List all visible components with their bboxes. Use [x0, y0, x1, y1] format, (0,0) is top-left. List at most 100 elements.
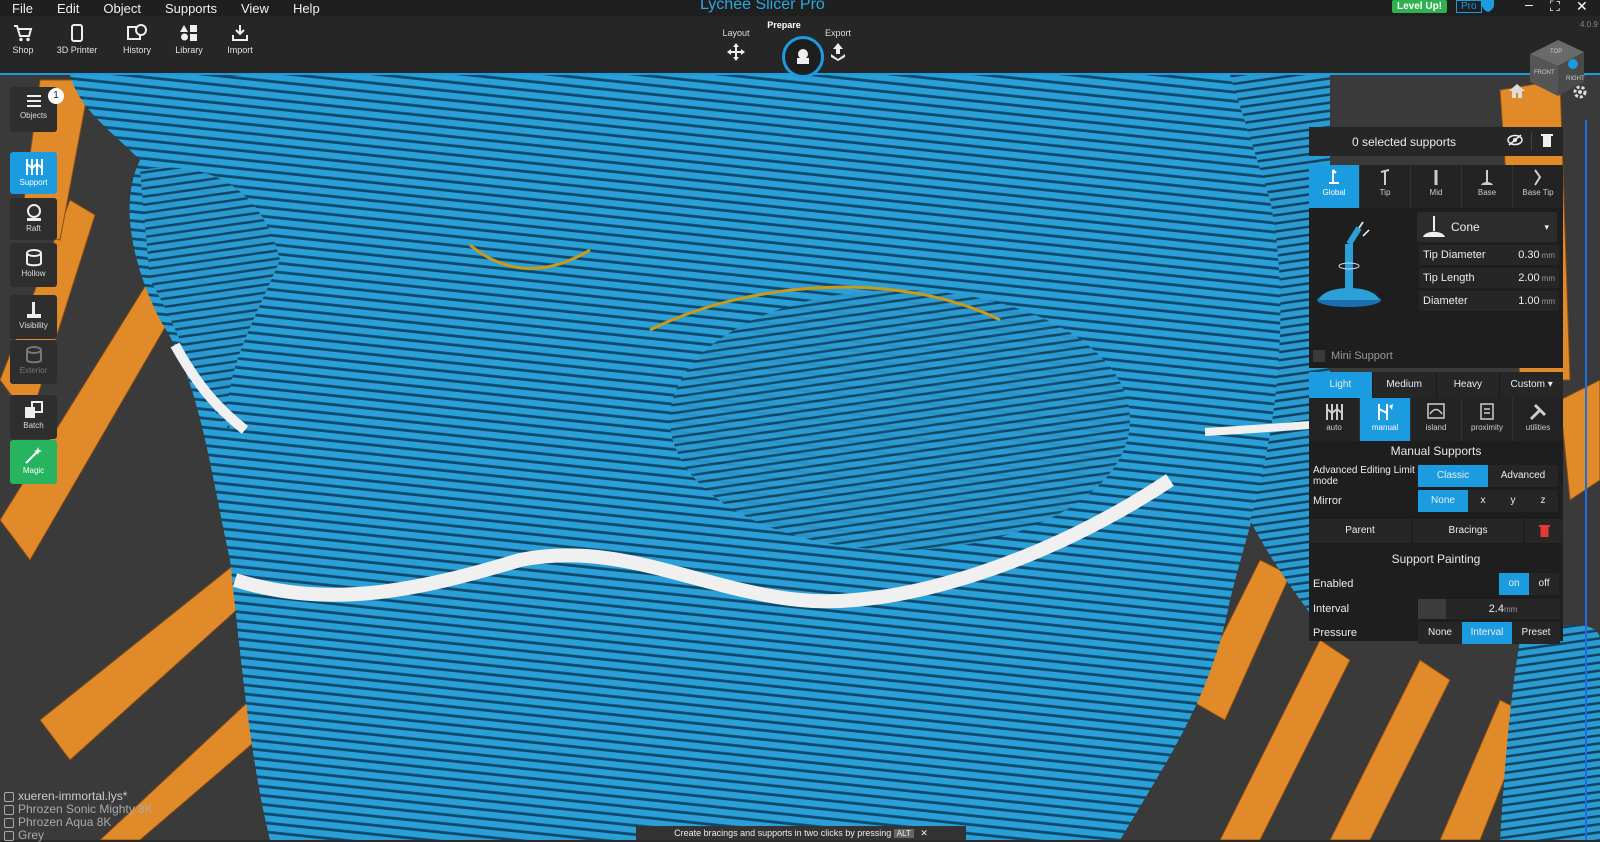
tip-icon — [1380, 169, 1390, 185]
batch-label: Batch — [23, 421, 44, 430]
proximity-icon — [1480, 403, 1494, 420]
enabled-row: Enabled on off — [1313, 573, 1559, 595]
enabled-off[interactable]: off — [1529, 573, 1559, 595]
import-button[interactable]: Import — [218, 24, 262, 55]
mirror-y[interactable]: y — [1498, 490, 1528, 512]
menu-help[interactable]: Help — [281, 1, 332, 16]
raft-label: Raft — [26, 224, 41, 233]
tab-island[interactable]: island — [1411, 398, 1462, 441]
settings-gear-icon[interactable] — [1572, 84, 1588, 105]
library-icon — [180, 25, 197, 41]
enabled-on[interactable]: on — [1499, 573, 1529, 595]
interval-slider[interactable]: 2.4mm — [1418, 599, 1560, 619]
3d-printer-button[interactable]: 3D Printer — [56, 24, 98, 55]
density-light[interactable]: Light — [1309, 372, 1373, 398]
mirror-x[interactable]: x — [1468, 490, 1498, 512]
raft-button[interactable]: Raft — [10, 198, 57, 240]
tab-auto[interactable]: auto — [1309, 398, 1360, 441]
batch-button[interactable]: Batch — [10, 395, 57, 439]
maximize-icon[interactable]: ⛶ — [1550, 0, 1560, 15]
pressure-interval[interactable]: Interval — [1462, 622, 1512, 644]
tab-mid[interactable]: Mid — [1411, 165, 1462, 208]
density-medium[interactable]: Medium — [1372, 372, 1437, 398]
pressure-preset[interactable]: Preset — [1512, 622, 1560, 644]
param-unit: mm — [1541, 250, 1555, 260]
mode-layout[interactable]: Layout — [716, 28, 756, 62]
history-button[interactable]: History — [115, 24, 159, 55]
tab-auto-label: auto — [1326, 423, 1342, 432]
interval-value: 2.4mm — [1446, 603, 1560, 615]
visibility-button[interactable]: Visibility — [10, 295, 57, 339]
support-painting-title: Support Painting — [1391, 552, 1481, 566]
mirror-z[interactable]: z — [1528, 490, 1558, 512]
visibility-label: Visibility — [19, 321, 48, 330]
hollow-button[interactable]: Hollow — [10, 243, 57, 287]
tab-global[interactable]: Global — [1309, 165, 1360, 208]
global-support-settings: Cone ▾ Tip Diameter 0.30 mm Tip Length 2… — [1309, 208, 1563, 344]
support-button[interactable]: Support — [10, 152, 57, 194]
mini-support-label: Mini Support — [1331, 350, 1393, 362]
home-icon[interactable] — [1509, 84, 1525, 103]
pro-badge[interactable]: Pro — [1456, 0, 1482, 13]
tab-utilities[interactable]: utilities — [1513, 398, 1563, 441]
tab-base[interactable]: Base — [1462, 165, 1513, 208]
tab-base-tip[interactable]: Base Tip — [1513, 165, 1563, 208]
tab-proximity[interactable]: proximity — [1462, 398, 1513, 441]
exterior-button[interactable]: Exterior — [10, 340, 57, 384]
level-up-badge[interactable]: Level Up! — [1392, 0, 1448, 13]
option-classic[interactable]: Classic — [1418, 465, 1488, 487]
trash-icon[interactable] — [1531, 133, 1562, 150]
move-icon — [727, 43, 745, 61]
visibility-icon — [26, 302, 41, 318]
menu-edit[interactable]: Edit — [45, 1, 91, 16]
manual-supports-title: Manual Supports — [1390, 444, 1482, 458]
option-advanced[interactable]: Advanced — [1488, 465, 1558, 487]
layout-label: Layout — [722, 28, 750, 38]
tab-manual[interactable]: manual — [1360, 398, 1411, 441]
mode-export[interactable]: Export — [818, 28, 858, 62]
menu-file[interactable]: File — [0, 1, 45, 16]
exterior-icon — [25, 346, 42, 364]
base-tip-icon — [1534, 169, 1542, 186]
tip-shape-dropdown[interactable]: Cone ▾ — [1417, 212, 1557, 242]
param-label: Tip Length — [1423, 272, 1475, 284]
mini-support-checkbox[interactable] — [1313, 350, 1325, 362]
menu-supports[interactable]: Supports — [153, 1, 229, 16]
hint-close-icon[interactable]: ✕ — [920, 828, 928, 838]
tab-tip[interactable]: Tip — [1360, 165, 1411, 208]
version-label: 4.0.9 — [1580, 20, 1598, 29]
density-heavy[interactable]: Heavy — [1436, 372, 1501, 398]
mirror-none[interactable]: None — [1418, 490, 1468, 512]
shop-button[interactable]: Shop — [1, 24, 45, 55]
param-value[interactable]: 2.00 — [1518, 272, 1541, 284]
param-value[interactable]: 1.00 — [1518, 295, 1541, 307]
param-value[interactable]: 0.30 — [1518, 249, 1541, 261]
resin-color: Grey — [18, 828, 45, 842]
tab-island-label: island — [1425, 423, 1447, 432]
bracings-button[interactable]: Bracings — [1413, 519, 1523, 543]
pressure-none[interactable]: None — [1418, 622, 1462, 644]
mode-prepare[interactable]: Prepare — [764, 20, 804, 30]
parent-button[interactable]: Parent — [1309, 519, 1411, 543]
delete-bracing-button[interactable] — [1525, 519, 1563, 543]
enabled-toggle: on off — [1499, 573, 1559, 595]
color-icon — [4, 830, 14, 841]
magic-button[interactable]: Magic — [10, 440, 57, 484]
hide-eye-icon[interactable] — [1499, 134, 1531, 149]
library-button[interactable]: Library — [167, 24, 211, 55]
pressure-label: Pressure — [1313, 627, 1358, 639]
objects-label: Objects — [19, 111, 48, 120]
objects-count-badge: 1 — [48, 88, 64, 104]
tip-length-field[interactable]: Tip Length 2.00 mm — [1419, 268, 1559, 288]
tip-diameter-field[interactable]: Tip Diameter 0.30 mm — [1419, 245, 1559, 265]
shield-icon[interactable] — [1482, 0, 1494, 15]
mini-support-row: Mini Support — [1309, 344, 1563, 368]
menu-view[interactable]: View — [229, 1, 281, 16]
tab-global-label: Global — [1322, 188, 1346, 197]
menu-object[interactable]: Object — [91, 1, 153, 16]
param-label: Diameter — [1423, 295, 1468, 307]
minimize-icon[interactable]: – — [1525, 0, 1533, 12]
density-custom[interactable]: Custom ▾ — [1500, 372, 1563, 398]
diameter-field[interactable]: Diameter 1.00 mm — [1419, 291, 1559, 311]
close-icon[interactable]: ✕ — [1576, 0, 1588, 15]
